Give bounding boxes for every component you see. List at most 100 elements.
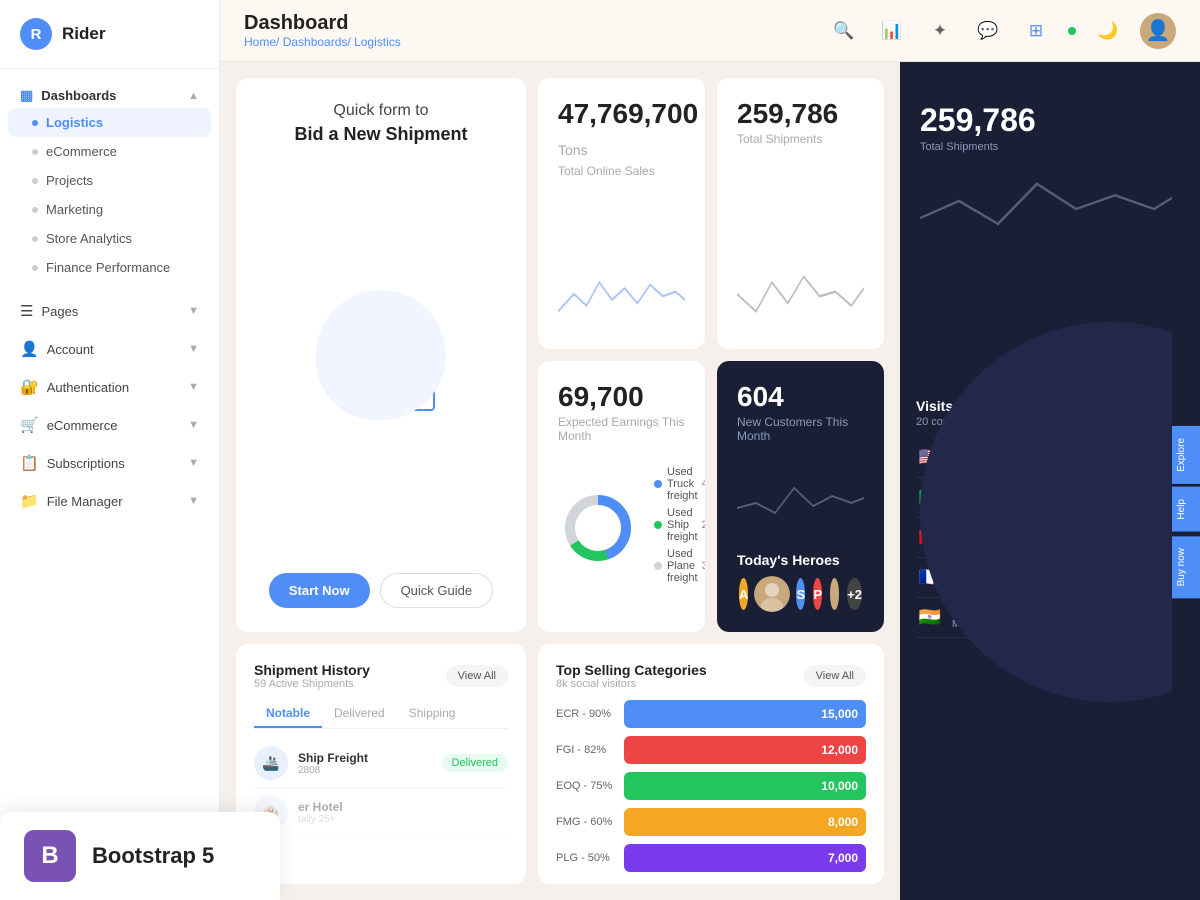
files-icon: 📁: [20, 493, 39, 510]
dot-icon: [32, 149, 38, 155]
ship-icon: 🚢: [254, 746, 288, 780]
new-customers-value: 604: [737, 381, 784, 412]
auth-icon: 🔐: [20, 379, 39, 396]
heroes-title: Today's Heroes: [737, 552, 864, 568]
header: Dashboard Home/ Dashboards/ Logistics 🔍 …: [220, 0, 1200, 62]
right-shipments-stat: 259,786 Total Shipments: [920, 102, 1180, 246]
user-avatar[interactable]: 👤: [1140, 13, 1176, 49]
sidebar-item-auth[interactable]: 🔐Authentication ▼: [0, 368, 219, 406]
shipment-header: Shipment History 59 Active Shipments Vie…: [254, 662, 508, 690]
theme-toggle[interactable]: 🌙: [1092, 15, 1124, 47]
bar-row-1: FGI - 82% 12,000: [556, 736, 866, 764]
ship-dot: [654, 521, 662, 529]
top-selling-view-all[interactable]: View All: [804, 665, 866, 687]
hero-avatar-extra: +2: [845, 576, 864, 612]
bar-row-3: FMG - 60% 8,000: [556, 808, 866, 836]
legend-ship: Used Ship freight 21%: [654, 507, 705, 543]
shipment-view-all[interactable]: View All: [446, 665, 508, 687]
chart-placeholder: [737, 468, 864, 528]
app-name: Rider: [62, 24, 105, 44]
freight-legend: Used Truck freight 45% Used Ship freight…: [654, 466, 705, 589]
bar-4: 7,000: [624, 844, 866, 872]
truck-dot: [654, 480, 662, 488]
chevron-down-icon: ▼: [188, 419, 199, 431]
total-shipments-value: 259,786: [737, 98, 838, 129]
sidebar-item-marketing[interactable]: Marketing: [0, 195, 219, 224]
shipment-row: 🚢 Ship Freight 2808 Delivered: [254, 739, 508, 788]
sidebar-item-ecommerce[interactable]: eCommerce: [0, 137, 219, 166]
legend-plane: Used Plane freight 34%: [654, 548, 705, 584]
ecommerce-icon: 🛒: [20, 417, 39, 434]
sidebar-item-files[interactable]: 📁File Manager ▼: [0, 482, 219, 520]
header-right: 🔍 📊 ✦ 💬 ⊞ 🌙 👤: [828, 13, 1176, 49]
row2: Shipment History 59 Active Shipments Vie…: [236, 644, 884, 884]
chevron-down-icon: ▼: [188, 457, 199, 469]
sidebar-item-store-analytics[interactable]: Store Analytics: [0, 224, 219, 253]
bar-row-2: EOQ - 75% 10,000: [556, 772, 866, 800]
earnings-value: 69,700: [558, 381, 644, 412]
sidebar-item-subscriptions[interactable]: 📋Subscriptions ▼: [0, 444, 219, 482]
side-tab-buy[interactable]: Buy now: [1172, 536, 1200, 598]
bid-subtitle: Bid a New Shipment: [294, 124, 467, 145]
row1: Quick form to Bid a New Shipment: [236, 78, 884, 632]
sidebar-item-finance[interactable]: Finance Performance: [0, 253, 219, 282]
grid-icon[interactable]: ⊞: [1020, 15, 1052, 47]
quick-guide-button[interactable]: Quick Guide: [380, 573, 494, 608]
sidebar-item-ecommerce2[interactable]: 🛒eCommerce ▼: [0, 406, 219, 444]
dashboards-icon: ▦: [20, 87, 33, 104]
bid-illustration: [291, 285, 471, 425]
legend-truck: Used Truck freight 45%: [654, 466, 705, 502]
tab-delivered[interactable]: Delivered: [322, 700, 397, 728]
total-sales-card: 47,769,700 Tons Total Online Sales: [538, 78, 705, 349]
active-dot: [32, 120, 38, 126]
chart-icon[interactable]: 📊: [876, 15, 908, 47]
dashboards-section: ▦ Dashboards ▲ Logistics eCommerce Proje…: [0, 69, 219, 292]
content-main: Quick form to Bid a New Shipment: [220, 62, 900, 900]
earnings-card: 69,700 Expected Earnings This Month: [538, 361, 705, 632]
logo[interactable]: R Rider: [0, 0, 219, 69]
hotel-name: er Hotel: [298, 800, 508, 814]
pages-icon: ☰: [20, 303, 33, 320]
shipment-row-2: 🏨 er Hotel tally 25+: [254, 788, 508, 837]
search-icon[interactable]: 🔍: [828, 15, 860, 47]
subscriptions-icon: 📋: [20, 455, 39, 472]
side-tab-explore[interactable]: Explore: [1172, 426, 1200, 484]
settings-icon[interactable]: ✦: [924, 15, 956, 47]
sidebar-item-projects[interactable]: Projects: [0, 166, 219, 195]
start-now-button[interactable]: Start Now: [269, 573, 370, 608]
logo-icon: R: [20, 18, 52, 50]
tab-shipping[interactable]: Shipping: [397, 700, 468, 728]
bar-2: 10,000: [624, 772, 866, 800]
bar-row-4: PLG - 50% 7,000: [556, 844, 866, 872]
dot-icon: [32, 265, 38, 271]
top-selling-header: Top Selling Categories 8k social visitor…: [556, 662, 866, 690]
donut-chart: [558, 488, 638, 568]
account-icon: 👤: [20, 341, 39, 358]
right-panel: Explore Help Buy now 259,786 Total Shipm…: [900, 62, 1200, 900]
breadcrumb: Home/ Dashboards/ Logistics: [244, 35, 401, 49]
sidebar-item-logistics[interactable]: Logistics: [8, 108, 211, 137]
dashboards-group[interactable]: ▦ Dashboards ▲: [0, 79, 219, 108]
bar-0: 15,000: [624, 700, 866, 728]
bootstrap-icon: B: [24, 830, 76, 882]
shipment-tabs: Notable Delivered Shipping: [254, 700, 508, 729]
stats-grid: 47,769,700 Tons Total Online Sales: [538, 78, 884, 632]
sidebar-item-account[interactable]: 👤Account ▼: [0, 330, 219, 368]
content-area: Quick form to Bid a New Shipment: [220, 62, 1200, 900]
side-tab-help[interactable]: Help: [1172, 487, 1200, 532]
hero-avatar-4: P: [811, 576, 824, 612]
chat-icon[interactable]: 💬: [972, 15, 1004, 47]
tab-notable[interactable]: Notable: [254, 700, 322, 728]
shipment-title: Shipment History: [254, 662, 370, 678]
total-sales-label: Total Online Sales: [558, 164, 685, 178]
ship-id: 2808: [298, 765, 432, 776]
dot-icon: [32, 178, 38, 184]
ship-info: Ship Freight 2808: [298, 751, 432, 776]
sidebar-item-pages[interactable]: ☰Pages ▼: [0, 292, 219, 330]
total-sales-value: 47,769,700 Tons: [558, 98, 698, 161]
dot-icon: [32, 207, 38, 213]
bid-actions: Start Now Quick Guide: [269, 573, 493, 608]
chevron-down-icon: ▼: [188, 381, 199, 393]
hero-avatar-1: A: [737, 576, 750, 612]
main-area: Dashboard Home/ Dashboards/ Logistics 🔍 …: [220, 0, 1200, 900]
